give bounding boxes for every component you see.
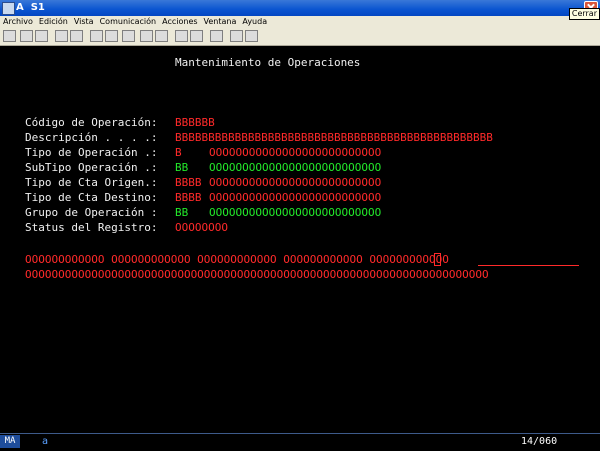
field-input-status[interactable]: OOOOOOOO: [175, 221, 228, 234]
settings-icon[interactable]: [190, 30, 203, 42]
app-icon: [2, 2, 15, 15]
screen-heading: Mantenimiento de Operaciones: [175, 56, 361, 69]
field-input-tipo-operacion[interactable]: B: [175, 146, 202, 159]
tag-icon[interactable]: [245, 30, 258, 42]
menu-acciones[interactable]: Acciones: [159, 16, 200, 28]
message-line-1: OOOOOOOOOOOO OOOOOOOOOOOO OOOOOOOOOOOO O…: [25, 253, 449, 266]
field-desc-tipo-operacion: OOOOOOOOOOOOOOOOOOOOOOOOOO: [209, 146, 382, 159]
field-label-grupo: Grupo de Operación :: [25, 206, 158, 219]
input-underline: [478, 265, 579, 266]
field-desc-cta-destino: OOOOOOOOOOOOOOOOOOOOOOOOOO: [209, 191, 382, 204]
field-label-tipo-operacion: Tipo de Operación .:: [25, 146, 158, 159]
cursor-position: 14/060: [521, 436, 558, 447]
display-icon[interactable]: [90, 30, 103, 42]
menu-ayuda[interactable]: Ayuda: [239, 16, 270, 28]
globe-icon[interactable]: [230, 30, 243, 42]
field-input-subtipo[interactable]: BB: [175, 161, 202, 174]
menu-bar: Archivo Edición Vista Comunicación Acciones V…: [0, 16, 600, 28]
status-indicator: MA: [0, 435, 20, 448]
field-input-grupo[interactable]: BB: [175, 206, 202, 219]
field-label-subtipo: SubTipo Operación .:: [25, 161, 158, 174]
field-desc-grupo: OOOOOOOOOOOOOOOOOOOOOOOOOO: [209, 206, 382, 219]
menu-ventana[interactable]: Ventana: [201, 16, 240, 28]
field-input-codigo[interactable]: BBBBBB: [175, 116, 215, 129]
menu-comunicacion[interactable]: Comunicación: [97, 16, 160, 28]
field-label-cta-destino: Tipo de Cta Destino:: [25, 191, 158, 204]
menu-vista[interactable]: Vista: [71, 16, 97, 28]
input-mode: a: [42, 436, 49, 447]
stop-icon[interactable]: [155, 30, 168, 42]
message-line-2: OOOOOOOOOOOOOOOOOOOOOOOOOOOOOOOOOOOOOOOO…: [25, 268, 489, 281]
menu-archivo[interactable]: Archivo: [0, 16, 36, 28]
field-label-status: Status del Registro:: [25, 221, 158, 234]
send-file-icon[interactable]: [55, 30, 68, 42]
field-label-descripcion: Descripción . . . .:: [25, 131, 158, 144]
terminal-screen[interactable]: Mantenimiento de Operaciones Código de O…: [0, 46, 600, 432]
print-screen-icon[interactable]: [3, 30, 16, 42]
keyboard-icon[interactable]: [105, 30, 118, 42]
text-cursor: [434, 253, 441, 266]
status-bar: MA a 14/060: [0, 433, 600, 451]
menu-edicion[interactable]: Edición: [36, 16, 71, 28]
field-input-cta-origen[interactable]: BBBB: [175, 176, 202, 189]
window-title: A S1: [16, 2, 45, 13]
close-tooltip: Cerrar: [568, 8, 600, 20]
toolbar: [0, 28, 600, 46]
paste-icon[interactable]: [35, 30, 48, 42]
title-bar: A S1: [0, 0, 600, 16]
copy-icon[interactable]: [20, 30, 33, 42]
field-input-cta-destino[interactable]: BBBB: [175, 191, 202, 204]
receive-file-icon[interactable]: [70, 30, 83, 42]
field-input-descripcion[interactable]: BBBBBBBBBBBBBBBBBBBBBBBBBBBBBBBBBBBBBBBB…: [175, 131, 493, 144]
field-desc-subtipo: OOOOOOOOOOOOOOOOOOOOOOOOOO: [209, 161, 382, 174]
field-desc-cta-origen: OOOOOOOOOOOOOOOOOOOOOOOOOO: [209, 176, 382, 189]
field-label-codigo: Código de Operación:: [25, 116, 158, 129]
macro-icon[interactable]: [122, 30, 135, 42]
field-label-cta-origen: Tipo de Cta Origen.:: [25, 176, 158, 189]
help-icon[interactable]: [210, 30, 223, 42]
play-icon[interactable]: [175, 30, 188, 42]
record-icon[interactable]: [140, 30, 153, 42]
